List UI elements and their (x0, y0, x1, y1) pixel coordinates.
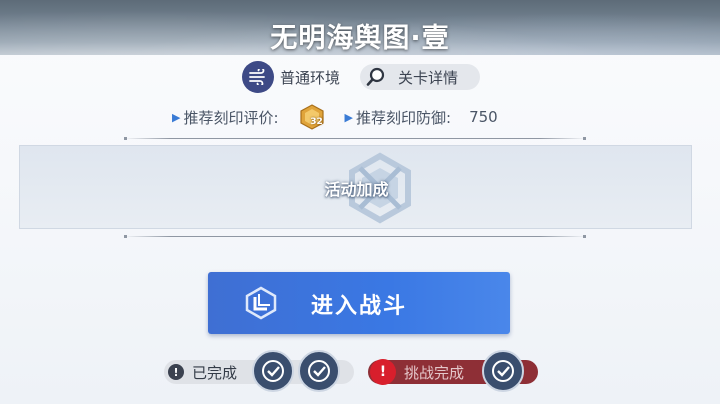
rating-badge-icon: 32 (299, 104, 325, 130)
check-circle-icon (482, 350, 524, 392)
triangle-marker-icon: ▶ (344, 110, 353, 124)
environment-label: 普通环境 (280, 68, 341, 87)
recommend-row: ▶ 推荐刻印评价: 32 ▶ 推荐刻印防御: 750 (172, 104, 498, 130)
enter-battle-label: 进入战斗 (310, 294, 407, 319)
activity-bonus-label: 活动加成 (324, 180, 389, 199)
warning-icon: ! (370, 359, 396, 385)
info-icon: ! (168, 364, 184, 380)
enter-battle-button[interactable]: 进入战斗 (208, 272, 510, 334)
check-circle-icon (298, 350, 340, 392)
search-icon (364, 65, 388, 89)
activity-bonus-panel[interactable]: 活动加成 (19, 145, 692, 229)
check-circle-icon (252, 350, 294, 392)
recommend-defense-value: 750 (469, 108, 498, 126)
wind-icon (242, 61, 274, 93)
stage-details-label: 关卡详情 (398, 68, 459, 87)
challenge-label: 挑战完成 (404, 363, 465, 382)
recommend-defense-label: 推荐刻印防御: (356, 108, 452, 127)
rating-badge-value: 32 (310, 117, 323, 127)
recommend-rating-label: 推荐刻印评价: (183, 108, 279, 127)
stage-title: 无明海舆图·壹 (270, 23, 450, 54)
completed-label: 已完成 (192, 363, 238, 382)
triangle-marker-icon: ▶ (172, 110, 181, 124)
divider-bottom (124, 235, 586, 238)
divider-top (124, 137, 586, 140)
stage-details-button[interactable]: 关卡详情 (360, 64, 480, 90)
environment-chip[interactable]: 普通环境 (242, 61, 358, 93)
